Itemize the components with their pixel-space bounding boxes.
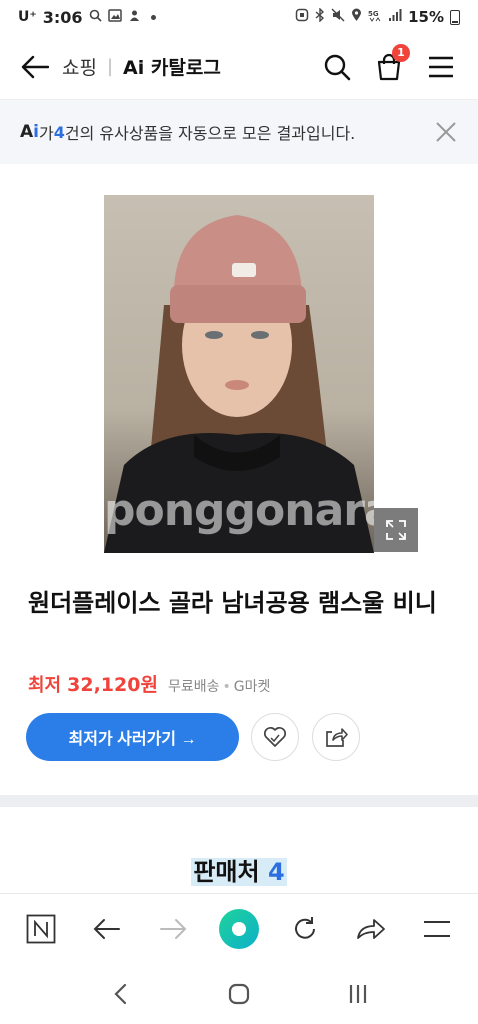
banner-text-prefix: 가 — [39, 124, 54, 143]
system-recents-button[interactable] — [336, 972, 380, 1016]
product-image[interactable]: ponggonara — [104, 195, 374, 553]
ai-logo-a: A — [20, 122, 34, 142]
chevron-left-icon — [114, 983, 126, 1004]
share-button[interactable] — [312, 713, 360, 761]
naver-n-button[interactable] — [19, 907, 63, 951]
browser-toolbar — [0, 893, 478, 963]
expand-image-button[interactable] — [374, 508, 418, 552]
header-actions: 1 — [322, 43, 456, 82]
price-label: 최저 — [28, 675, 62, 696]
back-button[interactable] — [18, 50, 52, 84]
ai-logo: Ai — [20, 122, 39, 142]
sellers-heading: 판매처 4 — [0, 852, 478, 887]
status-left: U⁺ 3:06 — [18, 8, 156, 27]
ai-info-banner: Ai 가 4 건의 유사상품을 자동으로 모은 결과입니다. — [0, 100, 478, 164]
gallery-status-icon — [107, 8, 122, 26]
browser-menu-button[interactable] — [415, 907, 459, 951]
signal-icon — [388, 8, 402, 26]
wishlist-button[interactable] — [251, 713, 299, 761]
sellers-count: 4 — [267, 858, 285, 886]
naver-n-icon — [26, 914, 56, 943]
share-icon — [326, 728, 348, 747]
cart-button[interactable]: 1 — [374, 43, 410, 82]
product-name: 원더플레이스 골라 남녀공용 램스울 비니 — [28, 589, 437, 617]
price-line: 최저 32,120원 무료배송 • G마켓 — [28, 670, 270, 697]
mute-icon — [331, 8, 345, 26]
search-icon — [324, 54, 351, 80]
share-arrow-icon — [357, 918, 385, 939]
location-icon — [351, 8, 362, 26]
app-header: 쇼핑 | Ai 카탈로그 1 — [0, 34, 478, 100]
browser-home-button[interactable] — [217, 907, 261, 951]
hamburger-menu-icon — [424, 920, 450, 937]
refresh-button[interactable] — [283, 907, 327, 951]
sellers-title: 판매처 — [193, 858, 260, 886]
menu-button[interactable] — [426, 52, 456, 82]
expand-icon — [386, 520, 406, 540]
buy-lowest-price-button[interactable]: 최저가 사러가기 → — [26, 713, 239, 761]
section-divider — [0, 795, 478, 807]
more-notifications-dot — [150, 14, 156, 20]
battery-percent: 15% — [408, 8, 444, 26]
close-banner-button[interactable] — [434, 120, 458, 144]
watermark: ponggonara — [104, 485, 374, 536]
clock: 3:06 — [42, 7, 83, 27]
page-title: Ai 카탈로그 — [123, 57, 221, 79]
battery-icon — [450, 9, 460, 25]
carrier-label: U⁺ — [18, 9, 37, 25]
naver-home-icon — [219, 908, 259, 949]
banner-count: 4 — [53, 122, 65, 142]
browser-forward-button[interactable] — [151, 907, 195, 951]
breadcrumb: 쇼핑 | Ai 카탈로그 — [62, 53, 221, 80]
notification-app-icon — [128, 9, 141, 26]
shipping-info: 무료배송 • G마켓 — [167, 679, 271, 695]
refresh-icon — [295, 916, 315, 939]
cart-count-badge: 1 — [392, 43, 410, 62]
home-square-icon — [228, 983, 250, 1004]
browser-share-button[interactable] — [349, 907, 393, 951]
system-navigation-bar — [0, 963, 478, 1024]
bluetooth-icon — [315, 7, 325, 26]
shipping-text: 무료배송 — [167, 679, 220, 695]
lowest-price: 32,120원 — [67, 674, 158, 696]
heart-icon — [263, 726, 287, 747]
breadcrumb-separator: | — [106, 56, 114, 77]
svg-text:5G: 5G — [368, 10, 379, 18]
hamburger-menu-icon — [429, 56, 453, 77]
close-icon — [436, 122, 456, 142]
system-home-button[interactable] — [217, 972, 261, 1016]
banner-text-suffix: 건의 유사상품을 자동으로 모은 결과입니다. — [64, 124, 356, 143]
breadcrumb-shopping[interactable]: 쇼핑 — [62, 53, 97, 80]
search-button[interactable] — [322, 52, 352, 82]
browser-back-button[interactable] — [85, 907, 129, 951]
alarm-icon — [295, 8, 309, 26]
sellers-heading-highlight: 판매처 4 — [191, 858, 287, 886]
seller-name: G마켓 — [233, 679, 271, 695]
system-back-button[interactable] — [98, 972, 142, 1016]
arrow-left-icon — [21, 55, 49, 78]
status-bar: U⁺ 3:06 5G 15% — [0, 0, 478, 34]
recent-apps-icon — [350, 984, 367, 1003]
5g-icon: 5G — [368, 8, 382, 26]
arrow-left-icon — [93, 918, 120, 939]
arrow-right-icon — [160, 918, 187, 939]
status-right: 5G 15% — [295, 7, 460, 26]
search-status-icon — [89, 9, 102, 26]
